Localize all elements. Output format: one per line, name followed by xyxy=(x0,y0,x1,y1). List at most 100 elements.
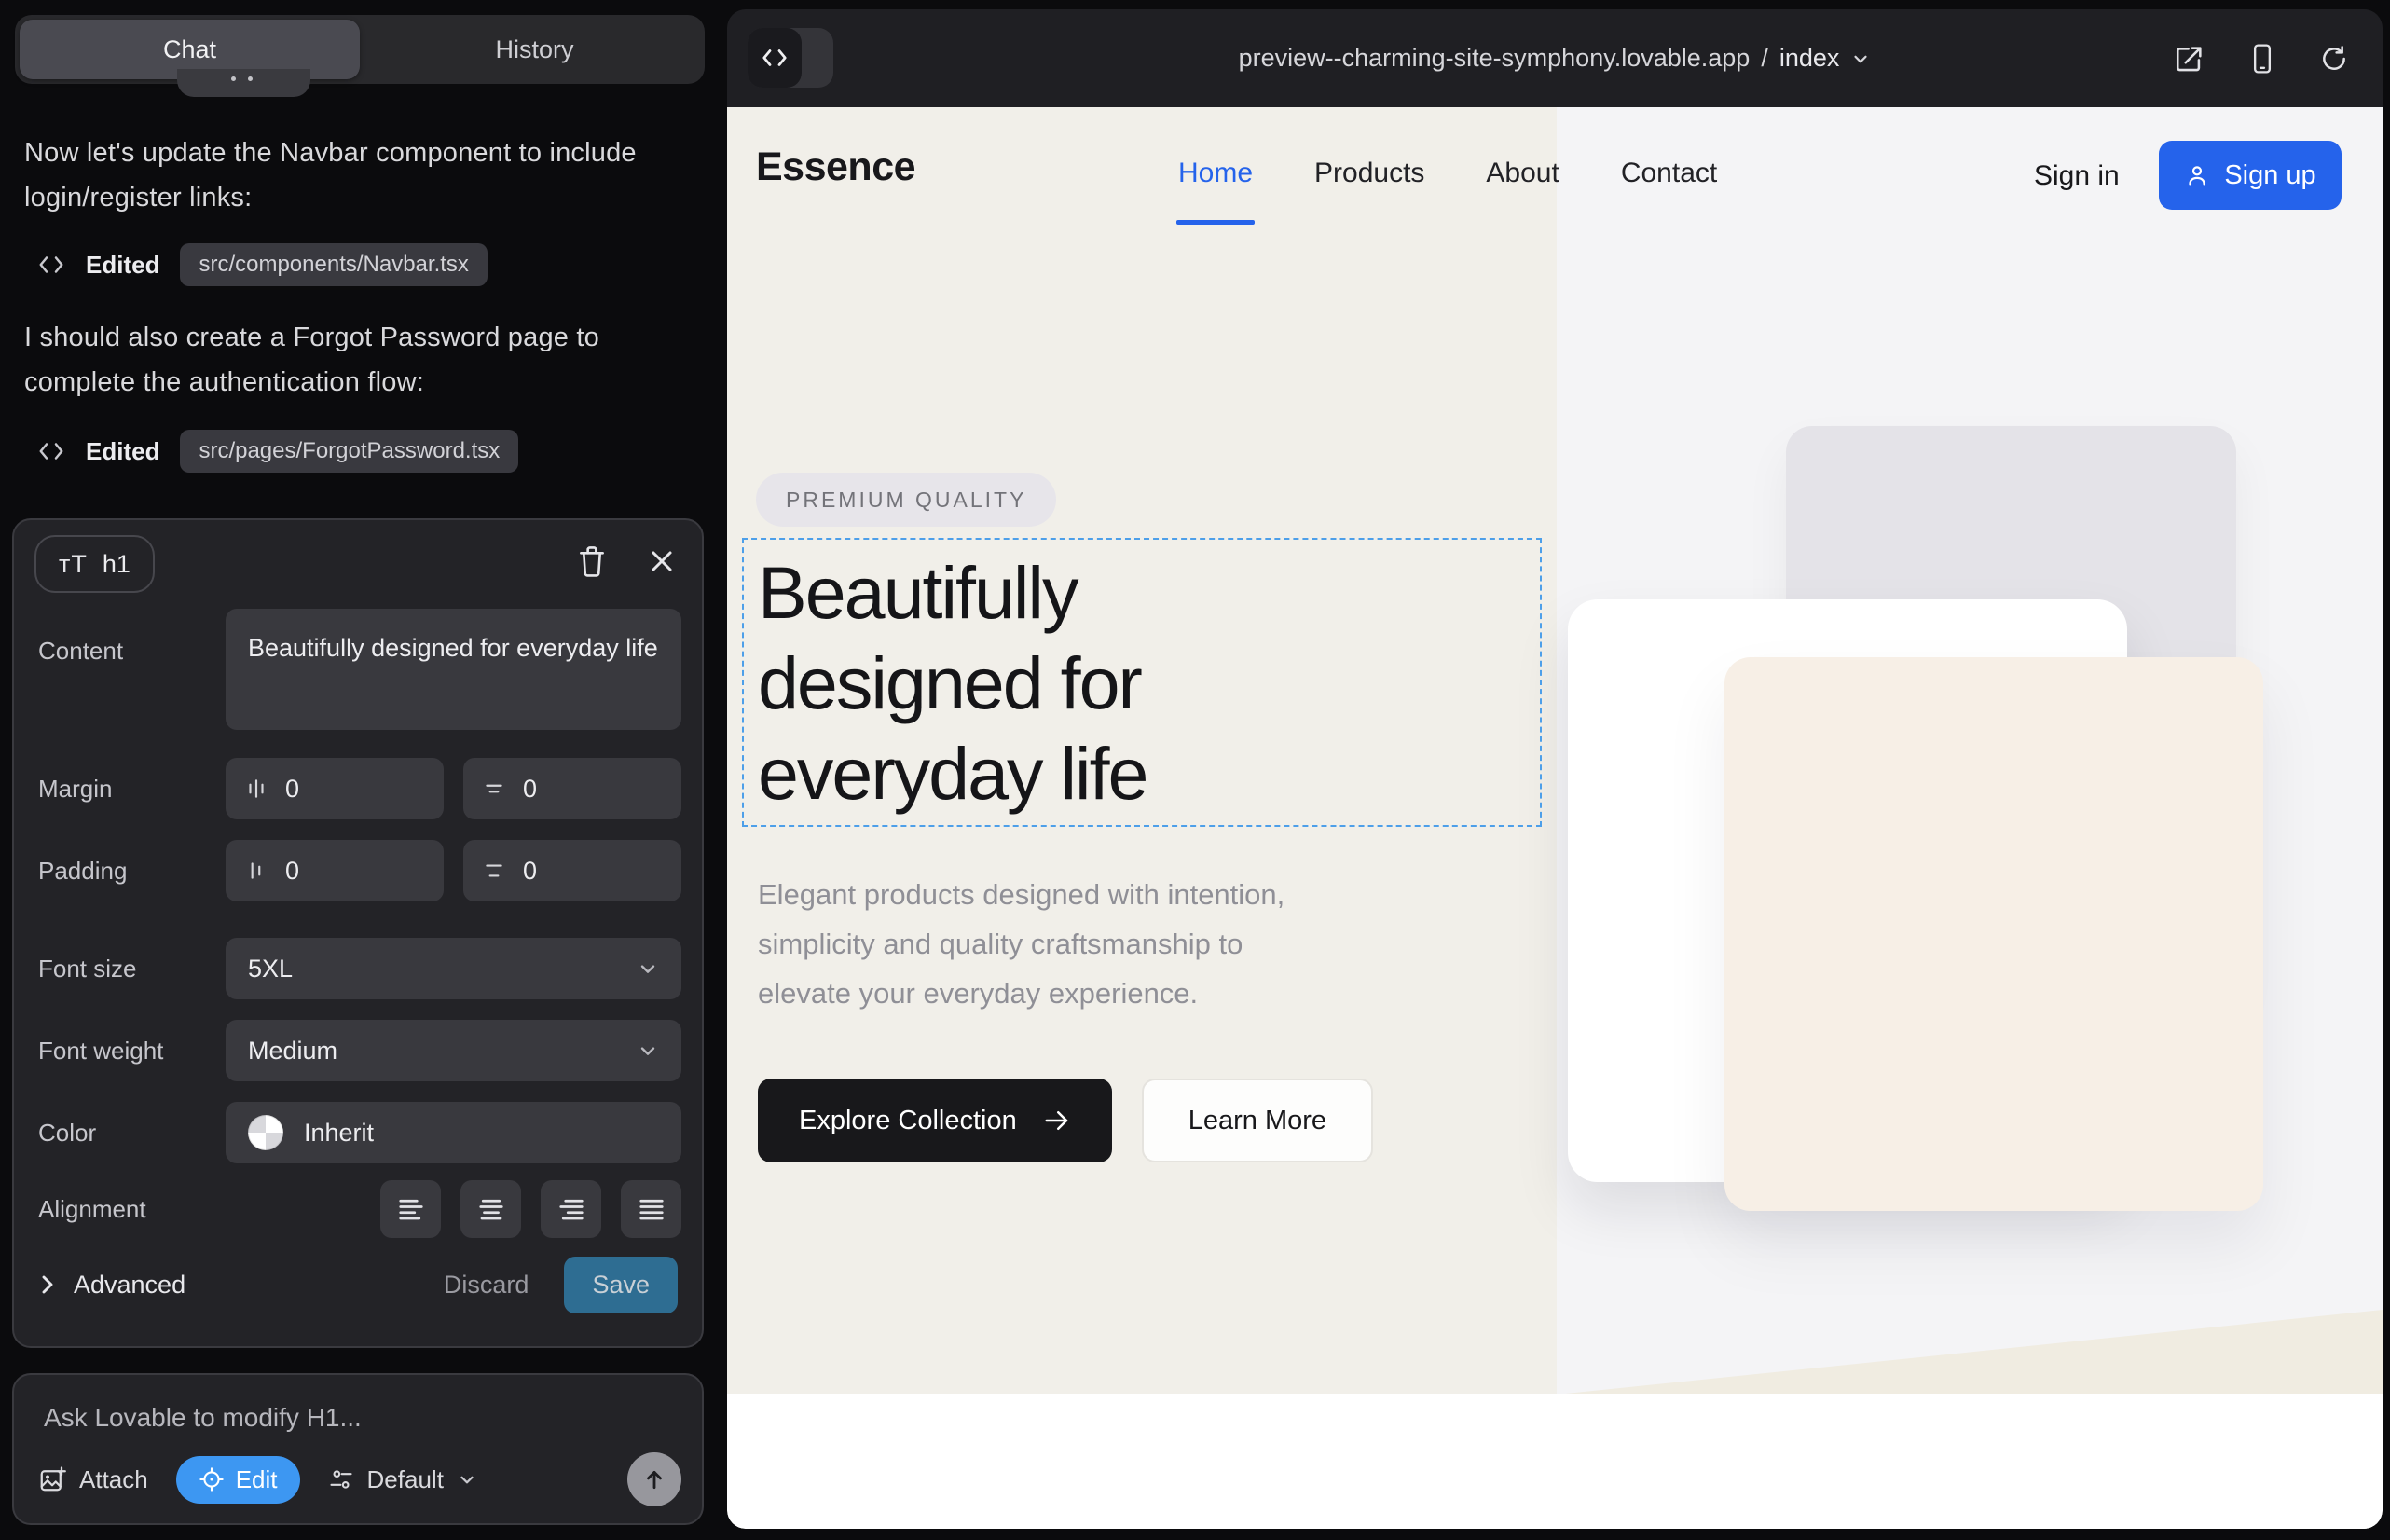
advanced-label: Advanced xyxy=(74,1271,185,1299)
edit-mode-pill[interactable]: Edit xyxy=(176,1456,300,1504)
font-size-select[interactable]: 5XL xyxy=(226,938,681,999)
file-chip[interactable]: src/components/Navbar.tsx xyxy=(180,243,487,286)
align-center-button[interactable] xyxy=(460,1180,521,1238)
file-chip[interactable]: src/pages/ForgotPassword.tsx xyxy=(180,430,518,473)
mode-selector[interactable]: Default xyxy=(328,1465,477,1494)
send-button[interactable] xyxy=(627,1452,681,1506)
close-icon[interactable] xyxy=(648,547,676,575)
heading-line: designed for xyxy=(758,638,1147,728)
nav-products[interactable]: Products xyxy=(1314,158,1424,189)
nav-home[interactable]: Home xyxy=(1178,158,1253,189)
chat-message: Now let's update the Navbar component to… xyxy=(24,131,682,220)
next-section xyxy=(727,1394,2383,1529)
pill-dot xyxy=(248,76,253,81)
element-editor-panel: тT h1 Content Beautifully designed for e… xyxy=(12,518,704,1348)
margin-horizontal-icon xyxy=(244,777,268,801)
font-weight-label: Font weight xyxy=(38,1037,226,1066)
tab-history[interactable]: History xyxy=(364,15,705,84)
font-size-label: Font size xyxy=(38,955,226,983)
content-textarea[interactable]: Beautifully designed for everyday life xyxy=(226,609,681,730)
mode-label: Default xyxy=(367,1465,444,1494)
chevron-down-icon xyxy=(637,957,659,980)
edited-file-row[interactable]: Edited src/pages/ForgotPassword.tsx xyxy=(37,429,518,474)
margin-vertical-icon xyxy=(482,777,506,801)
attach-button[interactable]: Attach xyxy=(38,1465,148,1494)
sign-up-button[interactable]: Sign up xyxy=(2159,141,2342,210)
scrolled-pill[interactable] xyxy=(177,69,310,97)
preview-path: index xyxy=(1779,44,1840,73)
margin-horizontal-value: 0 xyxy=(285,775,299,804)
pill-dot xyxy=(231,76,236,81)
url-separator: / xyxy=(1761,44,1768,73)
refresh-icon[interactable] xyxy=(2319,44,2349,74)
color-label: Color xyxy=(38,1119,226,1148)
cta-secondary-label: Learn More xyxy=(1188,1106,1326,1136)
chat-history-tabbar: Chat History xyxy=(15,15,705,84)
chevron-down-icon xyxy=(1850,48,1871,69)
font-weight-select[interactable]: Medium xyxy=(226,1020,681,1081)
url-bar[interactable]: preview--charming-site-symphony.lovable.… xyxy=(727,9,2383,107)
align-justify-button[interactable] xyxy=(621,1180,681,1238)
padding-horizontal-icon xyxy=(244,859,268,883)
open-external-icon[interactable] xyxy=(2174,43,2205,75)
padding-vertical-input[interactable]: 0 xyxy=(463,840,681,901)
decor-card-cream xyxy=(1724,657,2263,1211)
color-swatch-icon xyxy=(248,1115,283,1150)
premium-badge: PREMIUM QUALITY xyxy=(756,473,1056,527)
code-icon xyxy=(37,440,65,462)
sliders-icon xyxy=(328,1466,354,1492)
chat-message: I should also create a Forgot Password p… xyxy=(24,315,682,405)
prompt-input[interactable] xyxy=(44,1403,659,1433)
edited-label: Edited xyxy=(86,251,159,280)
content-label: Content xyxy=(38,609,226,666)
margin-horizontal-input[interactable]: 0 xyxy=(226,758,444,819)
preview-url: preview--charming-site-symphony.lovable.… xyxy=(1239,44,1751,73)
element-tag: h1 xyxy=(103,550,130,579)
selected-element-pill[interactable]: тT h1 xyxy=(34,535,155,593)
font-weight-value: Medium xyxy=(248,1037,337,1066)
color-select[interactable]: Inherit xyxy=(226,1102,681,1163)
hero-heading[interactable]: Beautifully designed for everyday life xyxy=(758,547,1147,818)
learn-more-button[interactable]: Learn More xyxy=(1142,1079,1373,1162)
explore-collection-button[interactable]: Explore Collection xyxy=(758,1079,1112,1162)
arrow-right-icon xyxy=(1043,1108,1071,1133)
align-right-button[interactable] xyxy=(541,1180,601,1238)
site-brand[interactable]: Essence xyxy=(756,144,915,190)
alignment-label: Alignment xyxy=(38,1195,226,1224)
margin-vertical-input[interactable]: 0 xyxy=(463,758,681,819)
margin-vertical-value: 0 xyxy=(523,775,537,804)
site-viewport: Essence Home Products About Contact Sign… xyxy=(727,107,2383,1529)
attach-label: Attach xyxy=(79,1465,148,1494)
target-icon xyxy=(199,1466,225,1492)
align-left-button[interactable] xyxy=(380,1180,441,1238)
preview-browser-frame: preview--charming-site-symphony.lovable.… xyxy=(727,9,2383,1529)
sign-up-label: Sign up xyxy=(2224,160,2315,191)
margin-label: Margin xyxy=(38,775,226,804)
nav-contact[interactable]: Contact xyxy=(1621,158,1717,189)
paragraph-line: Elegant products designed with intention… xyxy=(758,870,1284,919)
tab-history-label: History xyxy=(495,35,573,64)
sign-in-link[interactable]: Sign in xyxy=(2034,160,2120,192)
nav-about[interactable]: About xyxy=(1486,158,1559,189)
edit-label: Edit xyxy=(236,1465,278,1494)
user-icon xyxy=(2184,162,2210,188)
advanced-toggle[interactable]: Advanced xyxy=(38,1271,185,1299)
heading-line: everyday life xyxy=(758,728,1147,818)
browser-topbar: preview--charming-site-symphony.lovable.… xyxy=(727,9,2383,107)
mobile-view-icon[interactable] xyxy=(2248,43,2276,75)
chevron-down-icon xyxy=(637,1039,659,1062)
cta-primary-label: Explore Collection xyxy=(799,1106,1017,1136)
discard-button[interactable]: Discard xyxy=(444,1271,529,1299)
padding-horizontal-value: 0 xyxy=(285,857,299,886)
edited-file-row[interactable]: Edited src/components/Navbar.tsx xyxy=(37,242,488,287)
diagonal-shape xyxy=(1557,1310,2383,1395)
sidebar: Chat History Now let's update the Navbar… xyxy=(0,0,725,1540)
paragraph-line: simplicity and quality craftsmanship to xyxy=(758,919,1284,969)
padding-vertical-icon xyxy=(482,859,506,883)
padding-horizontal-input[interactable]: 0 xyxy=(226,840,444,901)
delete-button[interactable] xyxy=(577,544,607,578)
color-value: Inherit xyxy=(304,1119,374,1148)
heading-line: Beautifully xyxy=(758,547,1147,638)
save-button[interactable]: Save xyxy=(564,1257,678,1313)
padding-vertical-value: 0 xyxy=(523,857,537,886)
